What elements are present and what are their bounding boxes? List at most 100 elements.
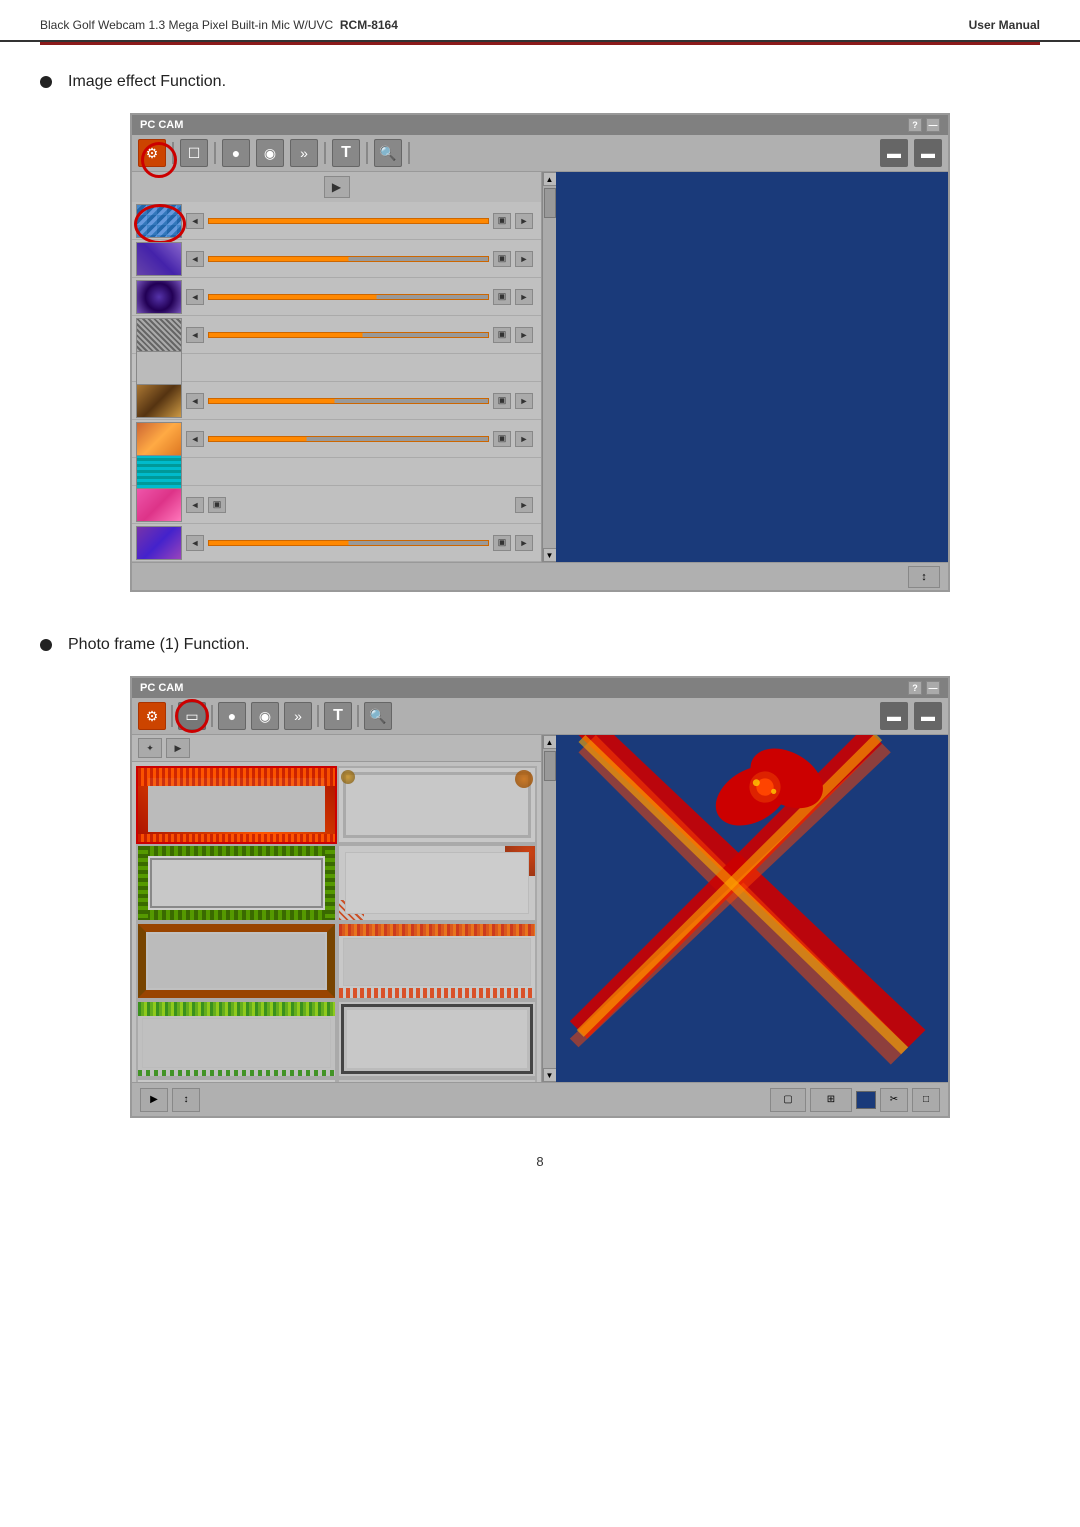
next-btn-noise[interactable]: ► xyxy=(515,327,533,343)
help-btn-1[interactable]: ? xyxy=(908,118,922,132)
center-btn-mosaic[interactable]: ▣ xyxy=(493,213,511,229)
scroll-down-2[interactable]: ▼ xyxy=(543,1068,557,1082)
frame-item-3[interactable] xyxy=(136,844,337,922)
slider-fabric[interactable] xyxy=(208,256,489,262)
slider-noise[interactable] xyxy=(208,332,489,338)
help-btn-2[interactable]: ? xyxy=(908,681,922,695)
effect-row-purple[interactable]: ◄ ▣ ► xyxy=(132,524,541,562)
minimize-btn-1[interactable]: — xyxy=(926,118,940,132)
frame-item-1[interactable] xyxy=(136,766,337,844)
prev-btn-art[interactable]: ◄ xyxy=(186,393,204,409)
prev-btn-flower[interactable]: ◄ xyxy=(186,431,204,447)
record-icon-2[interactable]: ▬ xyxy=(880,702,908,730)
pccam-window-2: PC CAM ? — ⚙ ▭ ● ◉ » T 🔍 ▬ ▬ xyxy=(130,676,950,1118)
slider-flower[interactable] xyxy=(208,436,489,442)
frame-item-5[interactable] xyxy=(136,922,337,1000)
frame-item-7[interactable] xyxy=(136,1000,337,1078)
sound-icon[interactable]: » xyxy=(290,139,318,167)
mic-icon[interactable]: ◉ xyxy=(256,139,284,167)
effect-row-teal[interactable] xyxy=(132,458,541,486)
effect-row-dots[interactable] xyxy=(132,354,541,382)
cam-body-1: ▶ ◄ ▣ ► xyxy=(132,172,948,562)
next-btn-fabric[interactable]: ► xyxy=(515,251,533,267)
text-icon-2[interactable]: T xyxy=(324,702,352,730)
effect-controls-flower: ◄ ▣ ► xyxy=(182,431,537,447)
center-btn-fabric[interactable]: ▣ xyxy=(493,251,511,267)
frame-item-8[interactable] xyxy=(337,1000,538,1078)
frame-item-6[interactable] xyxy=(337,922,538,1000)
scroll-up[interactable]: ▲ xyxy=(543,172,557,186)
frame-item-4[interactable] xyxy=(337,844,538,922)
zoom-icon[interactable]: 🔍 xyxy=(374,139,402,167)
frame-icon[interactable]: ▭ xyxy=(178,702,206,730)
next-btn-spiral[interactable]: ► xyxy=(515,289,533,305)
scroll-thumb[interactable] xyxy=(544,188,556,218)
prev-btn-purple[interactable]: ◄ xyxy=(186,535,204,551)
next-btn-flowers2[interactable]: ► xyxy=(515,497,533,513)
checkbox-icon[interactable]: ☐ xyxy=(180,139,208,167)
effect-thumb-flowers2 xyxy=(136,488,182,522)
frames-icon[interactable]: ▶ xyxy=(166,738,190,758)
frame-item-10[interactable] xyxy=(337,1078,538,1082)
prev-btn-flowers2[interactable]: ◄ xyxy=(186,497,204,513)
next-btn-mosaic[interactable]: ► xyxy=(515,213,533,229)
next-btn-purple[interactable]: ► xyxy=(515,535,533,551)
slider-mosaic[interactable] xyxy=(208,218,489,224)
mic-icon-2[interactable]: ◉ xyxy=(251,702,279,730)
blank-icon[interactable]: □ xyxy=(912,1088,940,1112)
center-btn-noise[interactable]: ▣ xyxy=(493,327,511,343)
prev-btn-mosaic[interactable]: ◄ xyxy=(186,213,204,229)
scroll-up-2[interactable]: ▲ xyxy=(543,735,557,749)
scroll-thumb-2[interactable] xyxy=(544,751,556,781)
scroll-down[interactable]: ▼ xyxy=(543,548,557,562)
prev-btn-noise[interactable]: ◄ xyxy=(186,327,204,343)
sort-icon-1[interactable]: ↕ xyxy=(908,566,940,588)
center-btn-spiral[interactable]: ▣ xyxy=(493,289,511,305)
effect-row-spiral[interactable]: ◄ ▣ ► xyxy=(132,278,541,316)
effect-row-flowers2[interactable]: ◄ ▣ ► xyxy=(132,486,541,524)
effect-row-flower[interactable]: ◄ ▣ ► xyxy=(132,420,541,458)
capture-icon[interactable]: ▶ xyxy=(140,1088,168,1112)
minimize-btn-2[interactable]: — xyxy=(926,681,940,695)
center-btn-purple[interactable]: ▣ xyxy=(493,535,511,551)
sort-icon-2[interactable]: ↕ xyxy=(172,1088,200,1112)
gear-icon[interactable]: ⚙ xyxy=(138,139,166,167)
record-icon[interactable]: ▬ xyxy=(880,139,908,167)
prev-btn-fabric[interactable]: ◄ xyxy=(186,251,204,267)
effects-scrollbar[interactable]: ▲ ▼ xyxy=(542,172,556,562)
sep-5 xyxy=(408,142,410,164)
camera-icon-2[interactable]: ● xyxy=(218,702,246,730)
zoom-icon-2[interactable]: 🔍 xyxy=(364,702,392,730)
frame-item-2[interactable] xyxy=(337,766,538,844)
record2-icon[interactable]: ▬ xyxy=(914,139,942,167)
sep-3 xyxy=(324,142,326,164)
gear-icon-2[interactable]: ⚙ xyxy=(138,702,166,730)
camera-icon[interactable]: ● xyxy=(222,139,250,167)
sound-icon-2[interactable]: » xyxy=(284,702,312,730)
snapshot-icon[interactable]: ▢ xyxy=(770,1088,806,1112)
next-btn-flower[interactable]: ► xyxy=(515,431,533,447)
center-btn-art[interactable]: ▣ xyxy=(493,393,511,409)
effect-row-noise[interactable]: ◄ ▣ ► xyxy=(132,316,541,354)
color-swatch[interactable] xyxy=(856,1091,876,1109)
effect-row-fabric[interactable]: ◄ ▣ ► xyxy=(132,240,541,278)
slider-spiral[interactable] xyxy=(208,294,489,300)
corner-ornament-2b xyxy=(341,770,355,784)
scissors-icon[interactable]: ✂ xyxy=(880,1088,908,1112)
grid-icon[interactable]: ⊞ xyxy=(810,1088,852,1112)
effect-row-art[interactable]: ◄ ▣ ► xyxy=(132,382,541,420)
frames-scrollbar[interactable]: ▲ ▼ xyxy=(542,735,556,1082)
titlebar-1-label: PC CAM xyxy=(140,119,183,131)
frame-item-9[interactable] xyxy=(136,1078,337,1082)
center-btn-flower[interactable]: ▣ xyxy=(493,431,511,447)
next-btn-art[interactable]: ► xyxy=(515,393,533,409)
effect-row-mosaic[interactable]: ◄ ▣ ► xyxy=(132,202,541,240)
text-icon[interactable]: T xyxy=(332,139,360,167)
slider-purple[interactable] xyxy=(208,540,489,546)
prev-btn-spiral[interactable]: ◄ xyxy=(186,289,204,305)
slider-art[interactable] xyxy=(208,398,489,404)
record2-icon-2[interactable]: ▬ xyxy=(914,702,942,730)
play-button[interactable]: ▶ xyxy=(324,176,350,198)
effects-icon[interactable]: ✦ xyxy=(138,738,162,758)
center-btn-flowers2[interactable]: ▣ xyxy=(208,497,226,513)
